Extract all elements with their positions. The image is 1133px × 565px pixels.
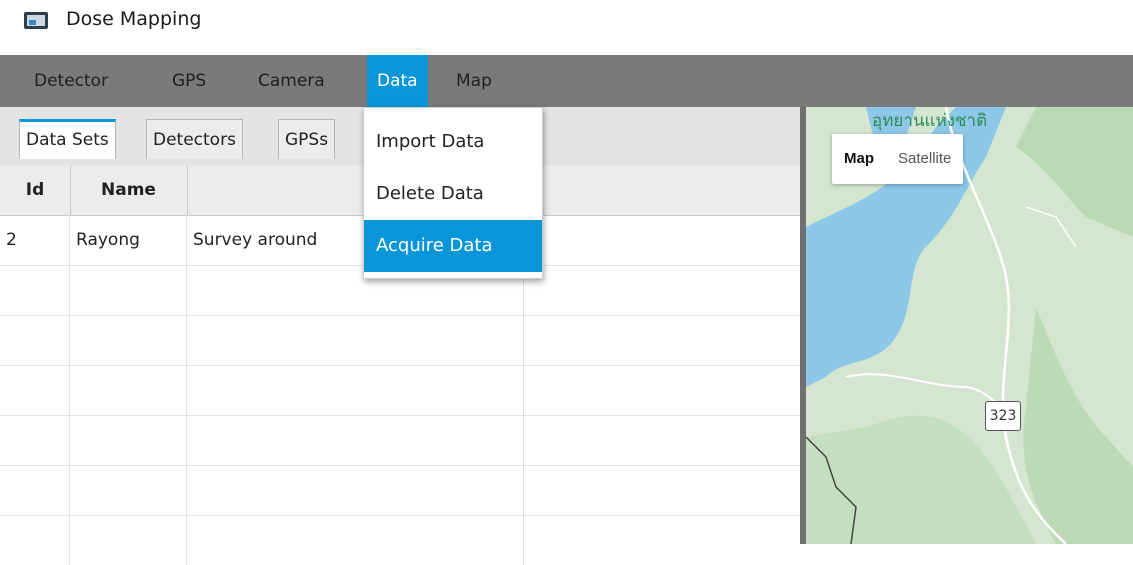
cell-name	[70, 465, 187, 515]
tab-gpss[interactable]: GPSs	[278, 119, 336, 159]
map-view[interactable]: อุทยานแห่งชาติ Map Satellite 323	[806, 107, 1133, 544]
cell-description	[187, 315, 524, 365]
menu-item-delete-data[interactable]: Delete Data	[364, 168, 542, 220]
menu-item-import-data[interactable]: Import Data	[364, 116, 542, 168]
data-menu-dropdown: Import Data Delete Data Acquire Data	[363, 107, 543, 279]
cell-extra	[524, 215, 800, 265]
cell-description	[187, 365, 524, 415]
cell-id	[0, 465, 70, 515]
cell-name	[70, 515, 187, 565]
column-header-id[interactable]: Id	[0, 165, 71, 215]
column-header-extra[interactable]	[524, 165, 800, 215]
table-row[interactable]	[0, 515, 800, 565]
cell-description	[187, 465, 524, 515]
menu-data[interactable]: Data	[367, 55, 428, 107]
cell-id	[0, 265, 70, 315]
table-row[interactable]	[0, 365, 800, 416]
table-row[interactable]	[0, 465, 800, 516]
tab-detectors[interactable]: Detectors	[146, 119, 243, 159]
cell-description	[187, 515, 524, 565]
menu-gps[interactable]: GPS	[162, 55, 216, 107]
cell-id	[0, 515, 70, 565]
map-place-label: อุทยานแห่งชาติ	[872, 111, 988, 131]
cell-name: Rayong	[70, 215, 187, 265]
road-number-shield: 323	[985, 401, 1021, 431]
tab-data-sets[interactable]: Data Sets	[19, 119, 116, 159]
cell-name	[70, 315, 187, 365]
cell-id: 2	[0, 215, 70, 265]
table-row[interactable]	[0, 315, 800, 366]
cell-name	[70, 365, 187, 415]
menu-detector[interactable]: Detector	[24, 55, 118, 107]
menu-bar: Detector GPS Camera Data Map	[0, 55, 1133, 107]
cell-id	[0, 315, 70, 365]
title-bar: Dose Mapping	[0, 0, 1133, 52]
table-row[interactable]	[0, 415, 800, 466]
cell-name	[70, 415, 187, 465]
cell-id	[0, 415, 70, 465]
map-type-map-button[interactable]: Map	[832, 134, 886, 184]
menu-item-acquire-data[interactable]: Acquire Data	[364, 220, 542, 272]
app-window-icon	[24, 12, 48, 29]
cell-name	[70, 265, 187, 315]
map-type-satellite-button[interactable]: Satellite	[886, 134, 963, 184]
column-header-name[interactable]: Name	[70, 165, 188, 215]
menu-map[interactable]: Map	[446, 55, 502, 107]
map-type-toggle: Map Satellite	[832, 134, 964, 184]
cell-id	[0, 365, 70, 415]
window-title: Dose Mapping	[66, 8, 202, 30]
cell-description	[187, 415, 524, 465]
menu-camera[interactable]: Camera	[248, 55, 335, 107]
